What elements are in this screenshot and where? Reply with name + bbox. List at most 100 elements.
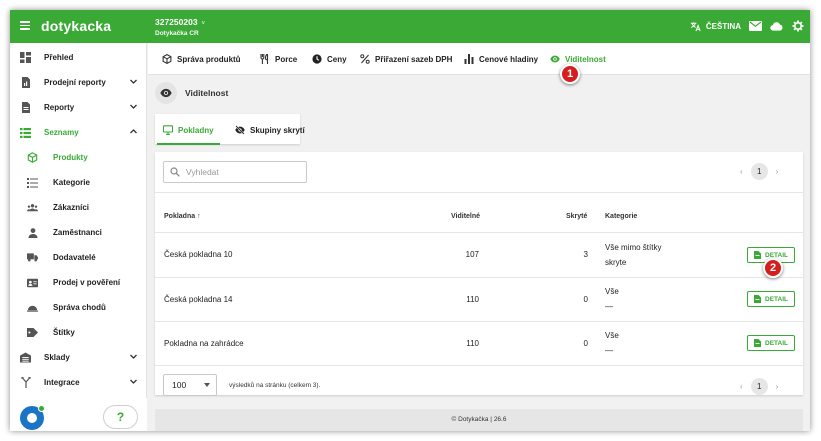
column-header-skryte[interactable]: Skryté (566, 213, 587, 220)
sidebar-item-label: Prodejní reporty (44, 78, 106, 87)
prev-page-button[interactable]: ‹ (740, 167, 743, 176)
mail-icon[interactable] (749, 20, 762, 33)
current-page[interactable]: 1 (750, 163, 768, 180)
eye-off-icon (235, 125, 245, 135)
page-title: Viditelnost (185, 88, 229, 98)
tab-label: Viditelnost (565, 54, 606, 64)
sidebar-item-label: Zaměstnanci (53, 228, 102, 237)
subtab-pokladny[interactable]: Pokladny (157, 125, 220, 145)
sidebar-item-sprava-chodu[interactable]: Správa chodů (10, 295, 147, 320)
account-switcher[interactable]: 327250203 ˅ Dotykačka CR (155, 17, 205, 39)
detail-button[interactable]: DETAIL (747, 291, 795, 307)
footer-brand: © Dotykačka (451, 416, 489, 423)
tab-prirazeni-sazeb-dph[interactable]: Přiřazení sazeb DPH (360, 54, 452, 64)
tab-label: Přiřazení sazeb DPH (375, 54, 453, 64)
visibility-subtabs: Pokladny Skupiny skrytí (155, 114, 305, 145)
page-header: Viditelnost (155, 82, 228, 104)
sidebar-item-zakaznici[interactable]: Zákazníci (10, 195, 147, 220)
cloud-icon[interactable] (770, 20, 783, 33)
cell-viditelne: 107 (465, 250, 479, 259)
sidebar-item-label: Štítky (53, 328, 75, 337)
report-icon (20, 77, 31, 88)
tab-porce[interactable]: Porce (260, 54, 297, 64)
chevron-down-icon (130, 354, 137, 359)
sidebar-item-integrace[interactable]: Integrace (10, 370, 147, 395)
sidebar-item-sklady[interactable]: Sklady (10, 345, 147, 370)
next-page-button[interactable]: › (776, 382, 779, 391)
sidebar-item-label: Produkty (53, 153, 88, 162)
help-button[interactable]: ? (103, 405, 138, 429)
sidebar-item-label: Přehled (44, 53, 74, 62)
person-icon (27, 227, 38, 238)
cell-pokladna: Pokladna na zahrádce (164, 339, 244, 348)
sidebar-item-prodejni-reporty[interactable]: Prodejní reporty (10, 70, 147, 95)
per-page-select[interactable]: 100 (163, 374, 217, 396)
search-field[interactable] (163, 161, 307, 183)
cell-pokladna: Česká pokladna 10 (164, 250, 233, 259)
next-page-button[interactable]: › (776, 167, 779, 176)
annotation-badge-1: 1 (560, 64, 580, 84)
prev-page-button[interactable]: ‹ (740, 382, 743, 391)
support-chat-icon[interactable] (20, 405, 45, 430)
sidebar-item-label: Kategorie (53, 178, 90, 187)
search-icon (170, 167, 180, 177)
monitor-icon (163, 125, 173, 135)
sidebar-footer: ? (10, 398, 147, 431)
document-edit-icon (754, 251, 761, 259)
document-edit-icon (754, 295, 761, 303)
product-tabs: Správa produktů Porce Ceny Přiřazení saz… (148, 43, 810, 75)
current-page[interactable]: 1 (750, 378, 768, 395)
customers-icon (27, 202, 38, 213)
sidebar-item-seznamy[interactable]: Seznamy (10, 120, 147, 145)
app-window: dotykacka 327250203 ˅ Dotykačka CR ČEŠTIN… (10, 10, 810, 431)
sidebar-item-label: Integrace (44, 378, 80, 387)
settings-icon[interactable] (791, 20, 804, 33)
divider (155, 192, 803, 193)
sidebar-item-produkty[interactable]: Produkty (10, 145, 147, 170)
column-header-kategorie[interactable]: Kategorie (605, 213, 637, 220)
detail-button[interactable]: DETAIL (747, 335, 795, 351)
tab-label: Porce (275, 54, 298, 64)
sidebar-item-label: Prodej v pověření (53, 278, 121, 287)
active-subtab-indicator (157, 143, 220, 145)
divider (155, 365, 803, 366)
contact-card-icon (27, 277, 38, 288)
account-id: 327250203 (155, 17, 198, 27)
logo: dotykacka (41, 18, 112, 34)
cube-icon (27, 152, 38, 163)
cell-kategorie-line2: — (605, 302, 613, 311)
sidebar-item-prehled[interactable]: Přehled (10, 45, 147, 70)
sidebar-item-dodavatele[interactable]: Dodavatelé (10, 245, 147, 270)
clock-icon (312, 54, 322, 64)
cell-skryte: 0 (583, 295, 588, 304)
list-icon (20, 127, 31, 138)
sidebar-item-kategorie[interactable]: Kategorie (10, 170, 147, 195)
sidebar-item-reporty[interactable]: Reporty (10, 95, 147, 120)
tab-ceny[interactable]: Ceny (312, 54, 347, 64)
header-actions: ČEŠTINA (689, 19, 804, 33)
tab-sprava-produktu[interactable]: Správa produktů (162, 54, 241, 64)
pagination-top: ‹ 1 › (740, 163, 778, 180)
cell-pokladna: Česká pokladna 14 (164, 295, 233, 304)
subtab-skupiny-skryti[interactable]: Skupiny skrytí (235, 125, 305, 135)
sidebar-item-stitky[interactable]: Štítky (10, 320, 147, 345)
sidebar-item-label: Správa chodů (53, 303, 106, 312)
tab-viditelnost[interactable]: Viditelnost (550, 54, 606, 64)
search-input[interactable] (186, 167, 296, 177)
app-version: 26.6 (493, 416, 507, 423)
column-header-pokladna[interactable]: Pokladna ↑ (164, 213, 201, 220)
cell-skryte: 3 (583, 250, 588, 259)
cutlery-icon (260, 54, 269, 64)
language-switcher[interactable]: ČEŠTINA (689, 20, 741, 33)
translate-icon (689, 20, 702, 33)
sidebar-item-zamestnanci[interactable]: Zaměstnanci (10, 220, 147, 245)
sidebar-item-prodej-v-povereni[interactable]: Prodej v pověření (10, 270, 147, 295)
account-caret-icon: ˅ (201, 21, 206, 27)
annotation-badge-2: 2 (763, 258, 783, 278)
menu-icon[interactable] (20, 21, 30, 30)
sidebar-item-label: Sklady (44, 353, 70, 362)
column-header-viditelne[interactable]: Viditelné (451, 213, 480, 220)
tab-cenove-hladiny[interactable]: Cenové hladiny (464, 54, 538, 64)
sidebar: Přehled Prodejní reporty Reporty Seznamy… (10, 43, 147, 431)
column-header-label: Pokladna (164, 213, 196, 220)
